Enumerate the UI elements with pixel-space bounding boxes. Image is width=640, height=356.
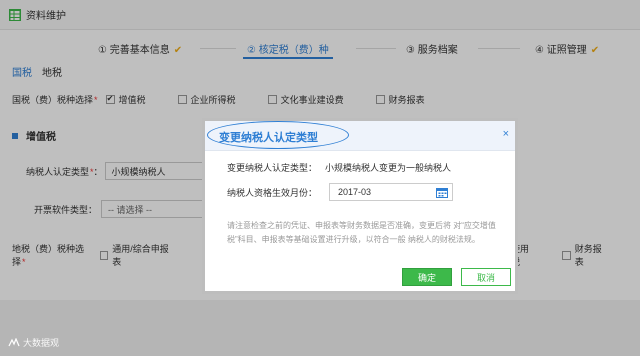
change-type-value: 小规模纳税人变更为一般纳税人 (325, 163, 452, 173)
dialog-notice: 请注意检查之前的凭证、申报表等财务数据是否准确，变更后将 对“应交增值税”科目、… (227, 221, 496, 244)
watermark-text: 大数据观 (23, 338, 60, 348)
watermark-logo-icon (8, 336, 20, 348)
calendar-icon[interactable] (436, 187, 449, 198)
effective-month-value: 2017-03 (338, 187, 372, 197)
effective-month-input[interactable]: 2017-03 (329, 183, 454, 201)
effective-month-row: 纳税人资格生效月份： 2017-03 (227, 183, 454, 201)
change-taxpayer-type-dialog: 变更纳税人认定类型 × 变更纳税人认定类型： 小规模纳税人变更为一般纳税人 纳税… (202, 118, 518, 294)
effective-month-label: 纳税人资格生效月份： (227, 187, 318, 198)
change-type-label: 变更纳税人认定类型： (227, 163, 318, 173)
watermark: 大数据观 (8, 336, 59, 349)
close-icon[interactable]: × (503, 128, 509, 140)
dialog-title: 变更纳税人认定类型 (219, 132, 318, 144)
dialog-header: 变更纳税人认定类型 × (205, 121, 515, 151)
cancel-button[interactable]: 取消 (461, 268, 511, 286)
confirm-button[interactable]: 确定 (402, 268, 452, 286)
change-type-row: 变更纳税人认定类型： 小规模纳税人变更为一般纳税人 (227, 161, 451, 174)
